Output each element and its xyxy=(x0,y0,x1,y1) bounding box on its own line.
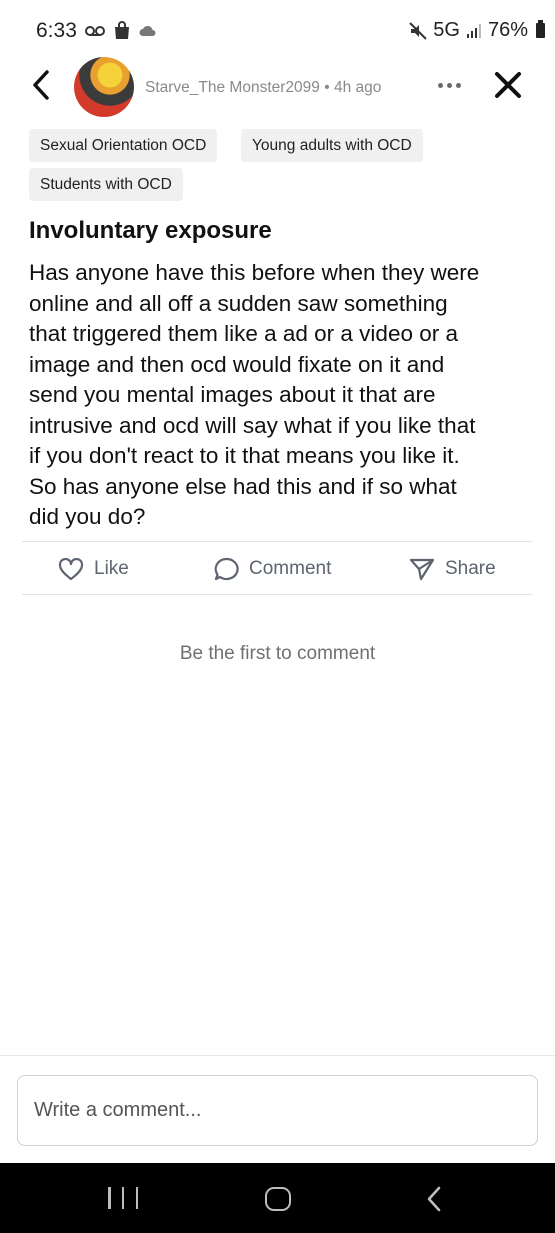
voicemail-icon xyxy=(85,25,105,36)
back-button[interactable] xyxy=(24,65,58,105)
recents-icon-bar xyxy=(108,1187,111,1209)
more-dot xyxy=(446,82,452,88)
avatar[interactable] xyxy=(74,57,134,117)
share-label: Share xyxy=(445,558,496,579)
post-body-line: Has anyone have this before when they we… xyxy=(29,260,480,285)
battery-percent: 76% xyxy=(487,19,528,41)
recents-icon-bar xyxy=(135,1187,138,1209)
battery-icon xyxy=(536,20,545,38)
comment-button[interactable]: Comment xyxy=(213,542,331,596)
home-button[interactable] xyxy=(265,1187,291,1211)
system-nav-bar xyxy=(0,1163,555,1233)
more-options-button[interactable] xyxy=(432,73,466,97)
post-body-line: image and then ocd would fixate on it an… xyxy=(29,351,445,377)
recents-button[interactable] xyxy=(108,1187,138,1211)
tag-chip[interactable]: Sexual Orientation OCD xyxy=(29,129,218,162)
author-line: Starve_The Monster2099 • 4h ago xyxy=(145,79,381,97)
composer-divider xyxy=(0,1055,555,1056)
share-button[interactable]: Share xyxy=(409,542,496,596)
speech-bubble-icon xyxy=(214,557,239,581)
post-body: Has anyone have this before when they we… xyxy=(29,258,534,533)
system-back-button[interactable] xyxy=(424,1185,444,1213)
close-button[interactable] xyxy=(490,67,526,103)
status-time: 6:33 xyxy=(36,19,77,42)
post-body-line: intrusive and ocd will say what if you l… xyxy=(29,412,476,438)
more-dot xyxy=(437,82,443,88)
post-action-bar: Like Comment Share xyxy=(22,541,532,595)
send-icon xyxy=(409,558,435,581)
more-dot xyxy=(455,82,461,88)
author-name[interactable]: Starve_The Monster2099 xyxy=(145,79,320,96)
tag-chip[interactable]: Students with OCD xyxy=(29,168,183,201)
status-system-icons: 5G 76% xyxy=(409,19,545,42)
heart-icon xyxy=(58,557,84,580)
chevron-left-icon xyxy=(33,70,49,100)
post-body-line: if you don't react to it that means you … xyxy=(29,443,460,468)
post-time: 4h ago xyxy=(333,79,382,96)
post-body-line: So has anyone else had this and if so wh… xyxy=(29,473,457,499)
recents-icon-bar xyxy=(121,1187,125,1209)
comment-label: Comment xyxy=(249,558,332,579)
post-body-line: that triggered them like a ad or a video… xyxy=(29,321,458,346)
post-body-line: send you mental images about it that are xyxy=(29,382,436,407)
like-label: Like xyxy=(94,558,129,579)
post-body-line: online and all off a sudden saw somethin… xyxy=(29,290,448,316)
status-bar: 6:33 5G 76% xyxy=(0,0,555,62)
empty-comments-message: Be the first to comment xyxy=(179,643,376,664)
post-header: Starve_The Monster2099 • 4h ago xyxy=(0,55,555,117)
signal-icon xyxy=(466,23,481,38)
status-notification-icons xyxy=(85,21,157,40)
tag-chip[interactable]: Young adults with OCD xyxy=(241,129,423,162)
post-title: Involuntary exposure xyxy=(29,217,272,244)
cloud-icon xyxy=(139,25,156,36)
shopping-bag-icon xyxy=(115,21,129,39)
post-body-line: did you do? xyxy=(29,504,146,529)
mute-icon xyxy=(409,21,427,40)
comment-input[interactable] xyxy=(17,1075,538,1146)
like-button[interactable]: Like xyxy=(58,542,129,596)
meta-separator: • xyxy=(324,79,330,96)
network-type: 5G xyxy=(433,19,460,41)
close-icon xyxy=(495,72,521,98)
